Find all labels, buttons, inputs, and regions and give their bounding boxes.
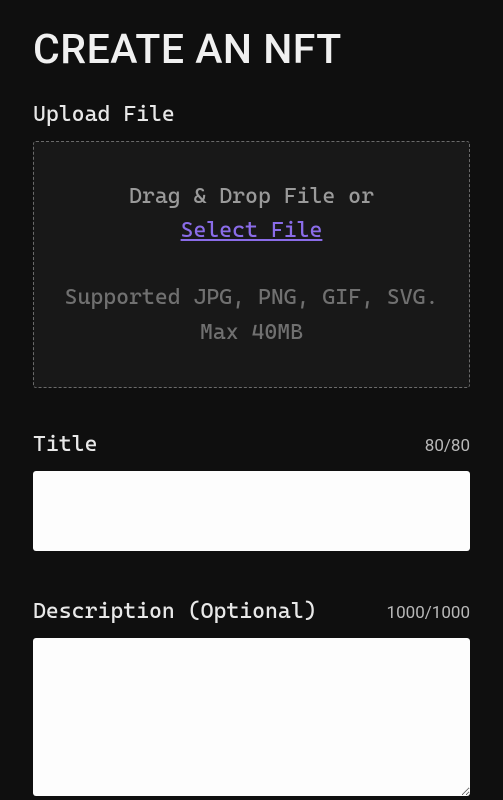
description-counter: 1000/1000 bbox=[387, 603, 470, 623]
title-input[interactable] bbox=[33, 471, 470, 551]
description-label: Description (Optional) bbox=[33, 599, 317, 624]
dropzone-supported: Supported JPG, PNG, GIF, SVG. Max 40MB bbox=[54, 280, 449, 350]
dropzone-text: Drag & Drop File or bbox=[129, 184, 374, 209]
upload-label: Upload File bbox=[33, 102, 175, 127]
file-dropzone[interactable]: Drag & Drop File or Select File Supporte… bbox=[33, 141, 470, 388]
select-file-link[interactable]: Select File bbox=[181, 218, 323, 243]
description-input[interactable] bbox=[33, 638, 470, 796]
page-title: CREATE AN NFT bbox=[33, 26, 470, 74]
title-counter: 80/80 bbox=[425, 436, 470, 456]
title-label: Title bbox=[33, 432, 97, 457]
dropzone-instruction: Drag & Drop File or Select File bbox=[54, 180, 449, 248]
